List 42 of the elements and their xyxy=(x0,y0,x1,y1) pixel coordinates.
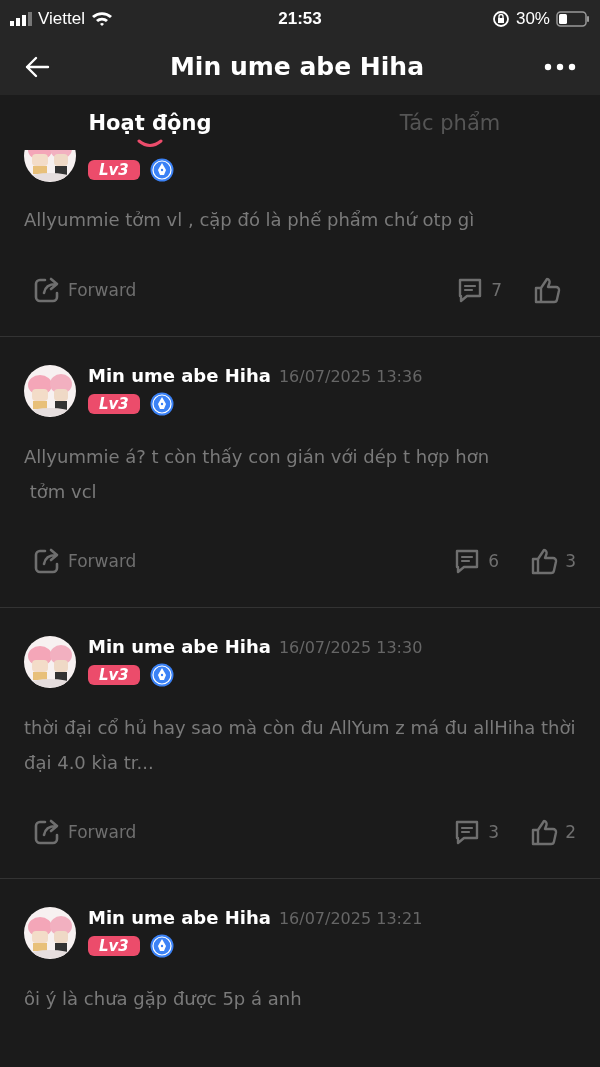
level-badge: Lv3 xyxy=(88,665,140,685)
forward-button[interactable]: Forward xyxy=(24,275,137,305)
comment-button[interactable]: 6 xyxy=(452,546,500,576)
signal-icon xyxy=(10,12,32,26)
level-badge: Lv3 xyxy=(88,936,140,956)
thumbs-up-icon xyxy=(532,275,562,305)
profile-title: Min ume abe Hiha xyxy=(168,52,425,81)
profile-tab[interactable]: Hoạt động xyxy=(0,95,300,150)
post-date: 16/07/2025 13:21 xyxy=(278,909,423,928)
tab-underline-icon xyxy=(137,139,163,148)
post-text: Allyummie á? t còn thấy con gián với dép t hợp hơn tởm vcl xyxy=(24,445,491,504)
level-badge: Lv3 xyxy=(88,160,140,180)
battery-icon xyxy=(556,11,590,27)
pen-nib-badge-icon xyxy=(149,392,174,416)
forward-button[interactable]: Forward xyxy=(24,546,137,576)
comment-button[interactable]: 3 xyxy=(452,817,500,847)
pen-nib-badge-icon xyxy=(149,158,174,182)
battery-percent: 30% xyxy=(515,9,550,29)
like-button[interactable]: 3 xyxy=(529,546,576,576)
back-arrow-icon[interactable] xyxy=(24,55,50,78)
thumbs-up-icon xyxy=(529,546,560,576)
post-date: 16/07/2025 13:30 xyxy=(278,638,423,657)
author-name[interactable]: Min ume abe Hiha xyxy=(88,907,271,928)
post-text: ôi ý là chưa gặp được 5p á anh xyxy=(24,987,303,1011)
clock-time: 21:53 xyxy=(277,9,323,29)
post-text: Allyummie tởm vl , cặp đó là phế phẩm chứ otp gì xyxy=(24,208,476,232)
post-date: 16/07/2025 13:36 xyxy=(278,367,423,386)
thumbs-up-icon xyxy=(529,817,560,847)
wifi-icon xyxy=(90,11,113,27)
pen-nib-badge-icon xyxy=(149,663,174,687)
carrier-name: Viettel xyxy=(38,9,85,29)
author-name[interactable]: Min ume abe Hiha xyxy=(88,636,271,657)
pen-nib-badge-icon xyxy=(149,934,174,958)
author-name[interactable]: Min ume abe Hiha xyxy=(88,365,271,386)
forward-button[interactable]: Forward xyxy=(24,817,137,847)
post-text: thời đại cổ hủ hay sao mà còn đu AllYum z má đu allHiha thời đại 4.0 kìa tr... xyxy=(24,716,576,775)
rotation-lock-icon xyxy=(491,10,510,28)
like-button[interactable]: 2 xyxy=(529,817,576,847)
profile-tab[interactable]: Tác phẩm xyxy=(300,95,600,150)
more-options-icon[interactable] xyxy=(544,62,576,71)
level-badge: Lv3 xyxy=(88,394,140,414)
comment-button[interactable]: 7 xyxy=(455,275,502,305)
